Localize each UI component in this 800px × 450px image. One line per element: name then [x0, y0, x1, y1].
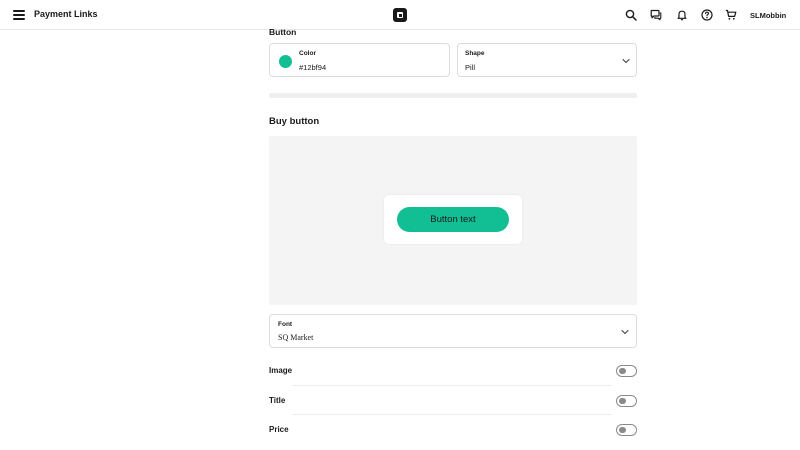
- color-field[interactable]: Color #12bf94: [269, 43, 450, 77]
- preview-buy-button[interactable]: Button text: [397, 207, 509, 232]
- shape-field-label: Shape: [465, 50, 485, 57]
- font-select[interactable]: Font SQ Market: [269, 314, 637, 348]
- color-field-value: #12bf94: [299, 63, 327, 72]
- image-toggle-label: Image: [269, 366, 293, 375]
- menu-icon[interactable]: [13, 10, 25, 20]
- image-toggle[interactable]: [616, 365, 637, 377]
- title-toggle-label: Title: [269, 396, 286, 405]
- row-divider: [292, 385, 612, 386]
- chevron-down-icon: [622, 58, 630, 64]
- toggle-knob: [619, 397, 626, 404]
- title-toggle[interactable]: [616, 395, 637, 407]
- page-title: Payment Links: [34, 9, 98, 19]
- shape-select[interactable]: Shape Pill: [457, 43, 637, 77]
- button-section-heading: Button: [269, 27, 297, 37]
- chevron-down-icon: [621, 329, 629, 335]
- help-icon[interactable]: [701, 9, 713, 21]
- messages-icon[interactable]: [650, 9, 662, 21]
- section-divider: [269, 93, 637, 98]
- shape-field-value: Pill: [465, 63, 476, 72]
- buy-button-section-heading: Buy button: [269, 116, 320, 127]
- top-navigation-bar: Payment Links SLMobbin: [0, 0, 800, 30]
- toggle-knob: [619, 426, 626, 433]
- font-field-value: SQ Market: [278, 333, 314, 342]
- row-divider: [292, 414, 612, 415]
- color-swatch: [279, 55, 292, 68]
- font-field-label: Font: [278, 321, 293, 328]
- toggle-knob: [619, 367, 626, 374]
- preview-card: Button text: [384, 195, 522, 244]
- cart-icon[interactable]: [725, 9, 737, 21]
- buy-button-preview: Button text: [269, 136, 637, 305]
- price-toggle-label: Price: [269, 425, 289, 434]
- square-logo-icon[interactable]: [393, 8, 407, 22]
- account-username[interactable]: SLMobbin: [750, 11, 786, 20]
- bell-icon[interactable]: [676, 9, 688, 21]
- color-field-label: Color: [299, 50, 316, 57]
- price-toggle[interactable]: [616, 424, 637, 436]
- search-icon[interactable]: [625, 9, 637, 21]
